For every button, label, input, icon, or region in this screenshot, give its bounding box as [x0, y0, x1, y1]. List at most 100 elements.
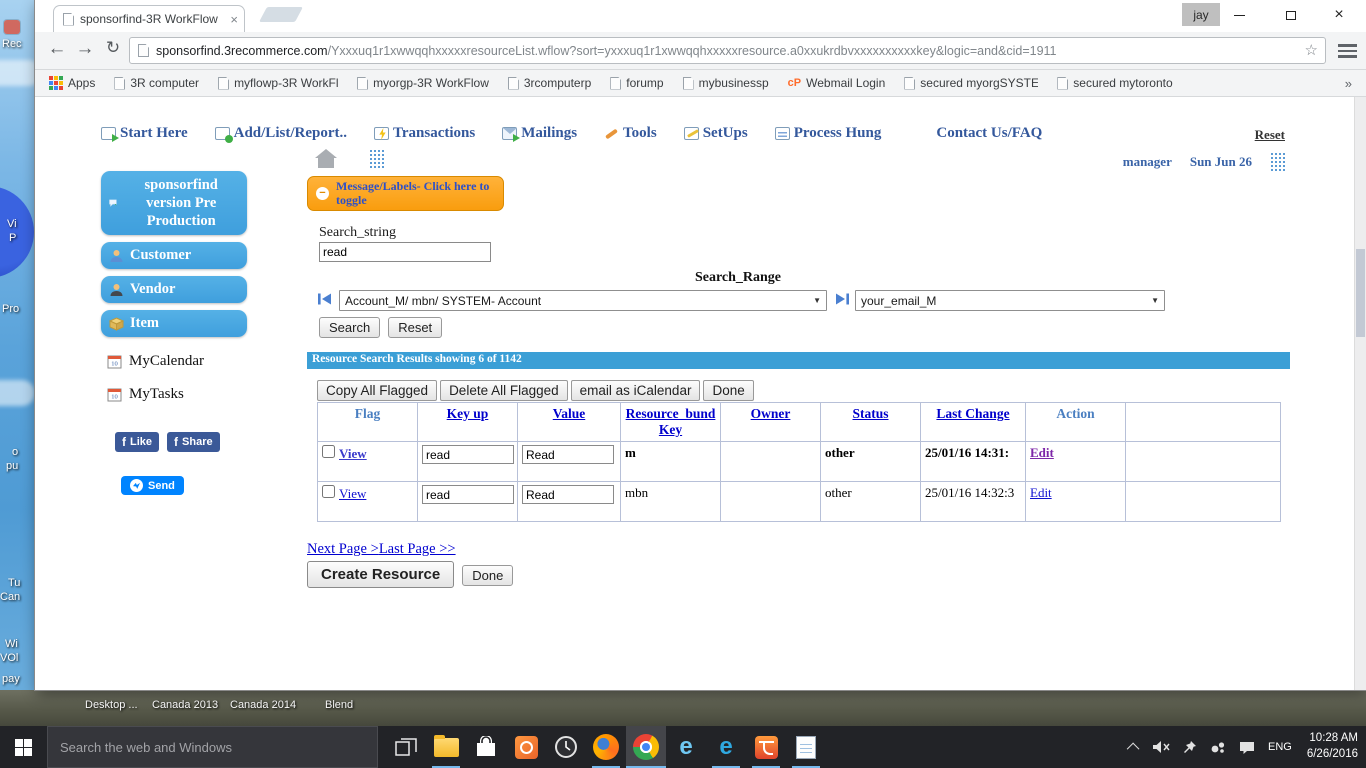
tray-expand-chevron-icon[interactable] [1127, 742, 1140, 755]
bookmark-star-icon[interactable]: ☆ [1305, 41, 1318, 59]
desktop-icon-label[interactable]: Pro [2, 303, 19, 315]
desktop-icon-label[interactable]: Rec [2, 38, 22, 50]
close-button[interactable]: × [1330, 7, 1348, 23]
desktop-icon-label[interactable]: Desktop ... [85, 699, 138, 711]
nav-start-here[interactable]: Start Here [101, 125, 188, 142]
bookmark-item[interactable]: 3R computer [114, 76, 199, 90]
bookmark-item[interactable]: forump [610, 76, 663, 90]
desktop-icon-blue-circle[interactable] [0, 186, 34, 278]
taskbar-windows-store[interactable] [466, 726, 506, 768]
facebook-share-button[interactable]: fShare [167, 432, 220, 452]
flag-checkbox[interactable] [322, 445, 335, 458]
done-button[interactable]: Done [703, 380, 753, 401]
home-icon[interactable] [315, 149, 337, 168]
desktop-icon-label[interactable]: Can [0, 591, 20, 603]
reset-button[interactable]: Reset [388, 317, 442, 338]
action-center-icon[interactable] [1239, 740, 1255, 755]
nav-setups[interactable]: SetUps [684, 125, 748, 142]
email-icalendar-button[interactable]: email as iCalendar [571, 380, 701, 401]
minimize-button[interactable] [1230, 7, 1248, 23]
desktop-icon-label[interactable]: Canada 2014 [230, 699, 296, 711]
edit-link[interactable]: Edit [1030, 485, 1052, 500]
next-page-link[interactable]: Next Page > [307, 541, 379, 557]
bookmark-item-webmail[interactable]: cPWebmail Login [788, 76, 886, 90]
desktop-icon-label[interactable]: Vi [7, 218, 17, 230]
facebook-like-button[interactable]: fLike [115, 432, 159, 452]
page-scrollbar[interactable] [1354, 97, 1366, 690]
col-last-change-sort[interactable]: Last Change [936, 406, 1009, 421]
copy-all-flagged-button[interactable]: Copy All Flagged [317, 380, 437, 401]
message-labels-toggle[interactable]: − Message/Labels- Click here to toggle [307, 176, 504, 211]
nav-transactions[interactable]: Transactions [374, 125, 475, 142]
desktop-icon-label[interactable]: Wi [5, 638, 18, 650]
recycle-bin-icon[interactable] [4, 20, 20, 34]
drag-handle-icon[interactable] [369, 149, 384, 169]
col-resource-bundle-sort[interactable]: Resource_bund Key [626, 406, 716, 437]
language-indicator[interactable]: ENG [1268, 741, 1292, 753]
col-owner-sort[interactable]: Owner [751, 406, 791, 421]
create-resource-button[interactable]: Create Resource [307, 561, 454, 588]
back-button[interactable]: ← [45, 38, 69, 60]
desktop-icon-label[interactable]: Tu [8, 577, 20, 589]
sidebar-version-banner[interactable]: sponsorfind version Pre Production [101, 171, 247, 235]
search-string-input[interactable] [319, 242, 491, 262]
nav-contact-us[interactable]: Contact Us/FAQ [936, 125, 1042, 142]
apps-bookmark[interactable]: Apps [49, 76, 95, 90]
scrollbar-thumb[interactable] [1356, 249, 1365, 337]
desktop-icon-label[interactable]: pay [2, 673, 20, 685]
forward-button[interactable]: → [73, 38, 97, 60]
skip-to-end-icon[interactable] [835, 292, 850, 306]
skip-to-start-icon[interactable] [317, 292, 332, 306]
taskbar-media-player[interactable] [506, 726, 546, 768]
desktop-icon-label[interactable]: Canada 2013 [152, 699, 218, 711]
taskbar-search-box[interactable]: Search the web and Windows [47, 726, 378, 768]
range-from-select[interactable]: Account_M/ mbn/ SYSTEM- Account ▼ [339, 290, 827, 311]
view-link[interactable]: View [339, 446, 367, 461]
nav-mailings[interactable]: Mailings [502, 125, 577, 142]
key-input[interactable] [422, 485, 514, 504]
bookmarks-overflow-icon[interactable]: » [1345, 76, 1352, 91]
volume-muted-icon[interactable] [1152, 740, 1170, 754]
bookmark-item[interactable]: secured mytoronto-3R [1057, 76, 1173, 90]
delete-all-flagged-button[interactable]: Delete All Flagged [440, 380, 568, 401]
taskbar-internet-explorer[interactable]: e [666, 726, 706, 768]
col-value-sort[interactable]: Value [553, 406, 586, 421]
flag-checkbox[interactable] [322, 485, 335, 498]
nav-process-hung[interactable]: Process Hung [775, 125, 882, 142]
task-view-button[interactable] [386, 726, 426, 768]
col-status-sort[interactable]: Status [852, 406, 888, 421]
taskbar-file-explorer[interactable] [426, 726, 466, 768]
session-reset-link[interactable]: Reset [1255, 127, 1285, 143]
bookmark-item[interactable]: myorgp-3R WorkFlow [357, 76, 489, 90]
value-input[interactable] [522, 445, 614, 464]
value-input[interactable] [522, 485, 614, 504]
maximize-button[interactable] [1282, 7, 1300, 23]
desktop-icon-label[interactable]: VOl [0, 652, 18, 664]
start-button[interactable] [0, 726, 47, 768]
avro-tray-icon[interactable] [1210, 740, 1226, 754]
address-bar[interactable]: sponsorfind.3recommerce.com/Yxxxuq1r1xww… [129, 37, 1326, 64]
taskbar-avro-keyboard[interactable] [746, 726, 786, 768]
browser-profile-button[interactable]: jay [1182, 3, 1220, 26]
taskbar-edge[interactable]: e [706, 726, 746, 768]
desktop-icon-label[interactable]: o [12, 446, 18, 458]
desktop-icon-label[interactable]: P [9, 232, 16, 244]
taskbar-chrome[interactable] [626, 726, 666, 768]
bookmark-item[interactable]: myflowp-3R WorkFlow [218, 76, 338, 90]
bookmark-item[interactable]: secured myorgSYSTEM [904, 76, 1038, 90]
taskbar-firefox[interactable] [586, 726, 626, 768]
sidebar-item-button[interactable]: Item [101, 310, 247, 337]
nav-add-list-report[interactable]: Add/List/Report.. [215, 125, 347, 142]
chrome-menu-button[interactable] [1338, 44, 1357, 58]
tab-close-icon[interactable]: × [230, 13, 238, 26]
messenger-send-button[interactable]: Send [121, 476, 184, 495]
desktop-icon-label[interactable]: pu [6, 460, 18, 472]
range-to-select[interactable]: your_email_M ▼ [855, 290, 1165, 311]
last-page-link[interactable]: Last Page >> [379, 541, 456, 557]
search-button[interactable]: Search [319, 317, 380, 338]
browser-tab[interactable]: sponsorfind-3R WorkFlow × [53, 5, 245, 32]
done-button[interactable]: Done [462, 565, 513, 586]
sidebar-customer-button[interactable]: Customer [101, 242, 247, 269]
taskbar-clock-app[interactable] [546, 726, 586, 768]
col-key-up-sort[interactable]: Key up [447, 406, 489, 421]
